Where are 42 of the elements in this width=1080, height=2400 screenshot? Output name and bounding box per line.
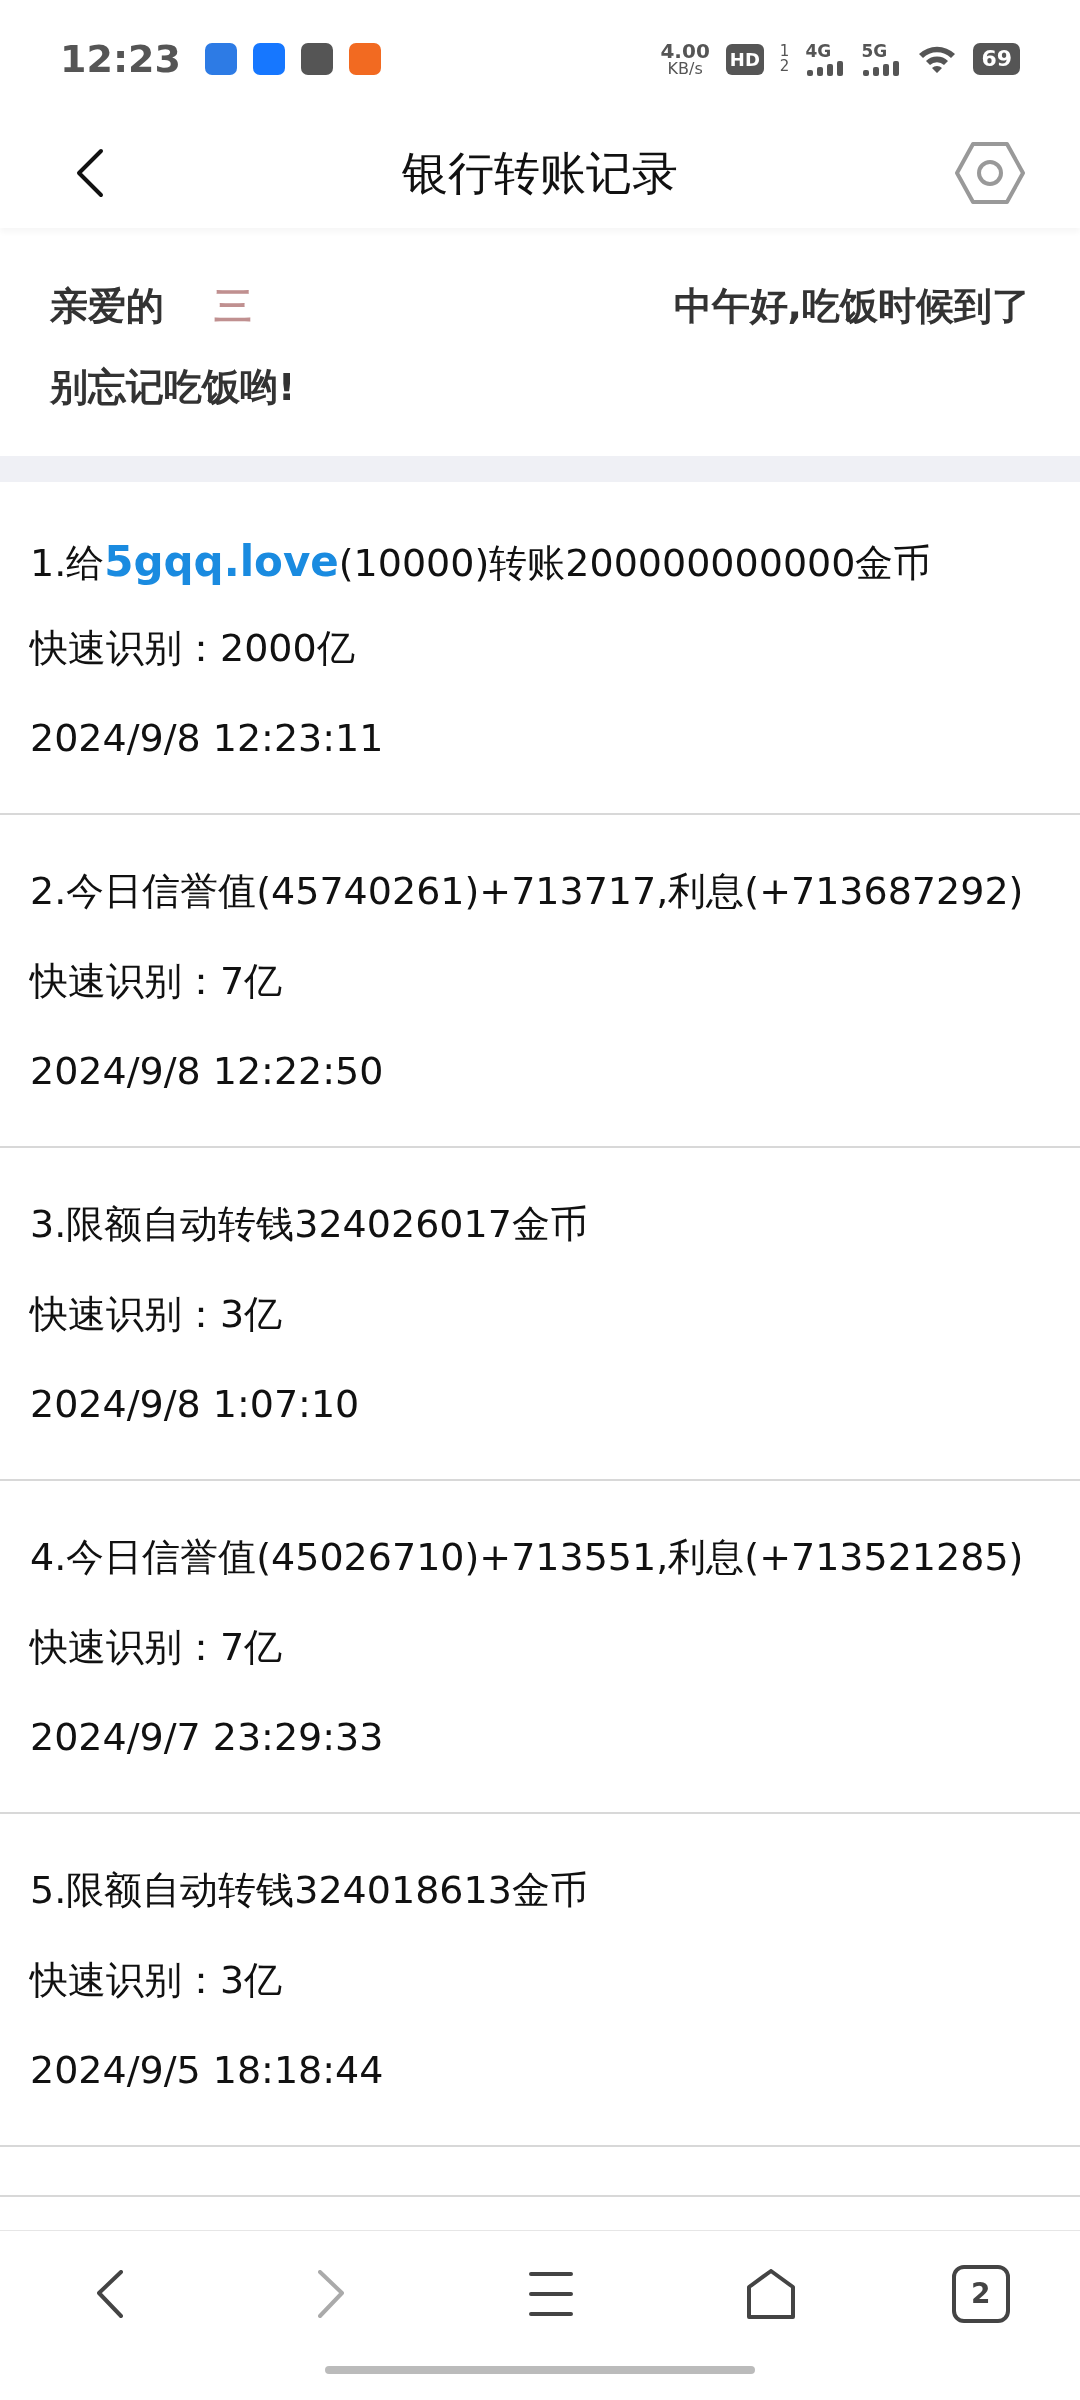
app-icon <box>300 43 333 75</box>
greeting-text: 亲爱的 <box>50 283 164 330</box>
signal-icon <box>805 59 846 76</box>
signal-icon <box>861 59 902 76</box>
sim-number: 2 <box>779 59 790 74</box>
record-time: 2024/9/8 12:22:50 <box>30 1049 384 1093</box>
network-type: 5G <box>861 42 889 60</box>
app-icon <box>204 43 237 75</box>
app-icon <box>348 43 381 75</box>
quick-amount: 快速识别：2000亿 <box>30 626 355 670</box>
record-title: 5.限额自动转钱324018613金币 <box>30 1868 588 1912</box>
quick-amount: 快速识别：7亿 <box>30 1625 283 1669</box>
record-time: 2024/9/5 18:18:44 <box>30 2048 384 2092</box>
record-title: 3.限额自动转钱324026017金币 <box>30 1202 588 1246</box>
chevron-right-icon <box>317 2269 344 2318</box>
record-time: 2024/9/7 23:29:33 <box>30 1715 384 1759</box>
quick-amount: 快速识别：7亿 <box>30 959 283 1003</box>
greeting-text: 中午好,吃饭时候到了 <box>673 283 1030 330</box>
menu-icon <box>528 2271 573 2316</box>
record-title: 1.给5gqq.love(10000)转账200000000000金币 <box>30 541 932 585</box>
sim-number: 1 <box>779 44 790 59</box>
chevron-left-icon <box>75 148 105 198</box>
battery-icon: 69 <box>973 43 1020 75</box>
page-title: 银行转账记录 <box>402 144 678 202</box>
settings-icon <box>954 141 1026 205</box>
greeting-text: 别忘记吃饭哟! <box>50 365 296 409</box>
tabs-button[interactable]: 2 <box>951 2264 1010 2323</box>
app-icon <box>252 43 285 75</box>
record-title: 2.今日信誉值(45740261)+713717,利息(+713687292) <box>30 869 1024 913</box>
status-time: 12:23 <box>60 35 181 83</box>
house-icon <box>747 2268 796 2319</box>
record-time: 2024/9/8 12:23:11 <box>30 716 384 760</box>
quick-amount: 快速识别：3亿 <box>30 1958 283 2002</box>
chevron-left-icon <box>97 2269 124 2318</box>
speed-unit: KB/s <box>667 61 703 77</box>
quick-amount: 快速识别：3亿 <box>30 1292 283 1336</box>
speed-value: 4.00 <box>660 41 710 61</box>
hd-badge: HD <box>725 43 764 75</box>
record-title: 4.今日信誉值(45026710)+713551,利息(+713521285) <box>30 1535 1024 1579</box>
network-type: 4G <box>805 42 833 60</box>
record-time: 2024/9/8 1:07:10 <box>30 1382 360 1426</box>
user-name: 三 <box>213 283 253 330</box>
